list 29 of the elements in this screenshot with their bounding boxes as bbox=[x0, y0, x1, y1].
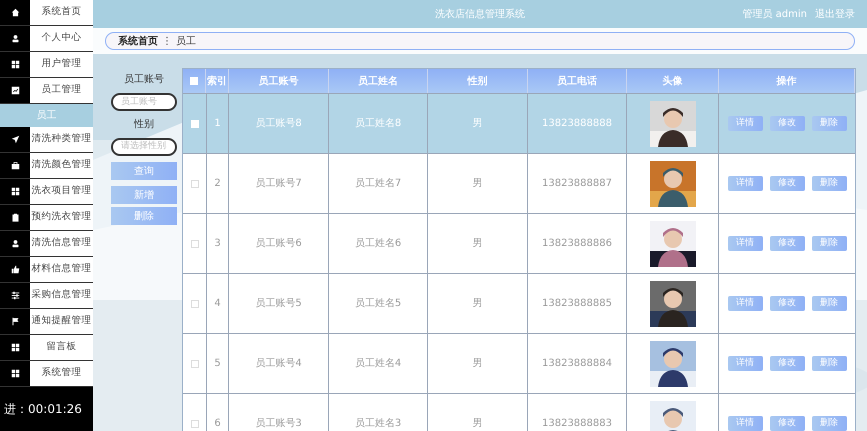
grid-icon bbox=[10, 60, 20, 69]
sidebar-item[interactable]: 个人中心 bbox=[30, 26, 93, 51]
briefcase-icon bbox=[10, 161, 20, 170]
paper-plane-icon bbox=[10, 135, 20, 144]
sidebar-item[interactable]: 通知提醒管理 bbox=[30, 309, 93, 334]
sidebar-item[interactable]: 材料信息管理 bbox=[30, 257, 93, 282]
sidebar-item[interactable]: 采购信息管理 bbox=[30, 283, 93, 308]
home-icon bbox=[10, 8, 20, 17]
sidebar-item[interactable]: 用户管理 bbox=[30, 52, 93, 77]
grid-icon bbox=[10, 187, 20, 196]
sidebar-item[interactable]: 预约洗衣管理 bbox=[30, 205, 93, 230]
sidebar-item[interactable]: 洗衣项目管理 bbox=[30, 179, 93, 204]
grid-icon bbox=[10, 343, 20, 352]
sliders-icon bbox=[10, 291, 20, 300]
sidebar-item[interactable]: 清洗种类管理 bbox=[30, 127, 93, 152]
flag-icon bbox=[10, 317, 20, 326]
sidebar-item[interactable]: 清洗信息管理 bbox=[30, 231, 93, 256]
sidebar-subitem[interactable]: 员工 bbox=[0, 104, 93, 127]
user-icon bbox=[10, 34, 20, 43]
thumbs-up-icon bbox=[10, 265, 20, 274]
sidebar-item[interactable]: 留言板 bbox=[30, 335, 93, 360]
grid-icon bbox=[10, 369, 20, 378]
sidebar-item[interactable]: 员工管理 bbox=[30, 78, 93, 103]
sidebar-item[interactable]: 清洗颜色管理 bbox=[30, 153, 93, 178]
sidebar-item[interactable]: 系统首页 bbox=[30, 0, 93, 25]
sidebar-item[interactable]: 系统管理 bbox=[30, 361, 93, 386]
chart-icon bbox=[10, 86, 20, 95]
user-icon bbox=[10, 239, 20, 248]
clipboard-icon bbox=[10, 213, 20, 222]
